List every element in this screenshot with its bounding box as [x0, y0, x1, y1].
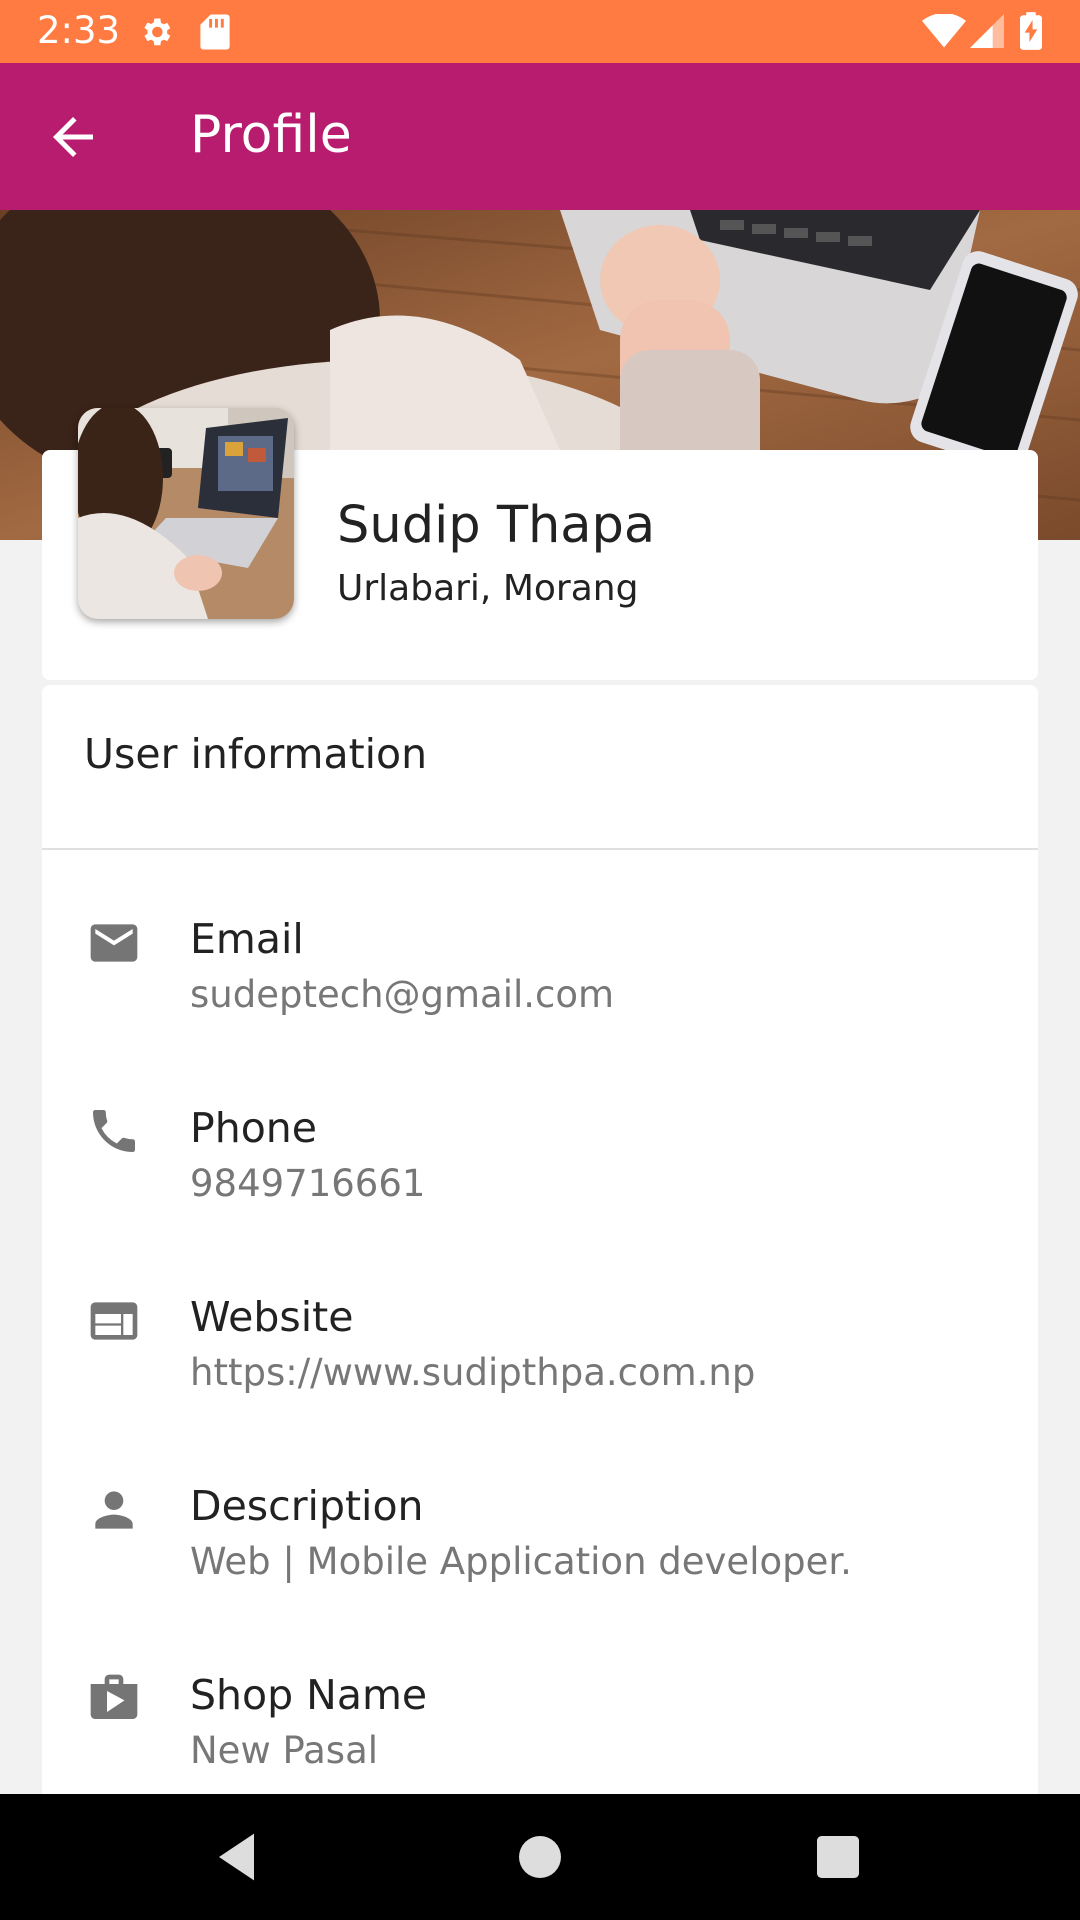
- back-triangle-icon[interactable]: [212, 1829, 268, 1885]
- arrow-back-icon[interactable]: [40, 107, 106, 167]
- info-label-shop-name: Shop Name: [190, 1671, 428, 1719]
- info-label-website: Website: [190, 1293, 354, 1341]
- gear-icon: [144, 18, 171, 46]
- status-time: 2:33: [37, 9, 121, 52]
- web-icon: [90, 1302, 138, 1340]
- status-bar: 2:33: [0, 0, 1080, 63]
- user-info-header: User information: [84, 730, 428, 778]
- avatar-illustration: [78, 408, 294, 619]
- profile-screen: 2:33 Profile Sudip Thapa Urlabari, Moran…: [0, 0, 1080, 1920]
- info-label-email: Email: [190, 915, 304, 963]
- info-value-shop-name: New Pasal: [190, 1729, 379, 1772]
- profile-location: Urlabari, Morang: [337, 568, 639, 609]
- page-title: Profile: [190, 105, 352, 165]
- signal-icon: [970, 14, 1004, 48]
- phone-icon: [93, 1110, 135, 1152]
- info-value-description: Web | Mobile Application developer.: [190, 1540, 852, 1583]
- info-value-email: sudeptech@gmail.com: [190, 973, 615, 1016]
- shop-icon: [90, 1674, 138, 1719]
- battery-charging-icon: [1020, 12, 1042, 50]
- info-label-description: Description: [190, 1482, 424, 1530]
- avatar[interactable]: [78, 408, 294, 619]
- divider: [42, 848, 1038, 850]
- info-label-phone: Phone: [190, 1104, 318, 1152]
- info-value-website: https://www.sudipthpa.com.np: [190, 1351, 756, 1394]
- wifi-icon: [922, 14, 966, 48]
- user-info-card: [42, 685, 1038, 1795]
- info-item-email[interactable]: [42, 890, 1038, 1040]
- sd-card-icon: [200, 14, 230, 50]
- home-circle-icon[interactable]: [512, 1829, 568, 1885]
- info-item-phone[interactable]: [42, 1080, 1038, 1230]
- email-icon: [90, 924, 138, 962]
- person-icon: [95, 1491, 133, 1529]
- system-nav-bar: [0, 1794, 1080, 1920]
- app-bar: Profile: [0, 63, 1080, 210]
- info-value-phone: 9849716661: [190, 1162, 426, 1205]
- profile-name: Sudip Thapa: [337, 496, 656, 555]
- recents-square-icon[interactable]: [810, 1829, 866, 1885]
